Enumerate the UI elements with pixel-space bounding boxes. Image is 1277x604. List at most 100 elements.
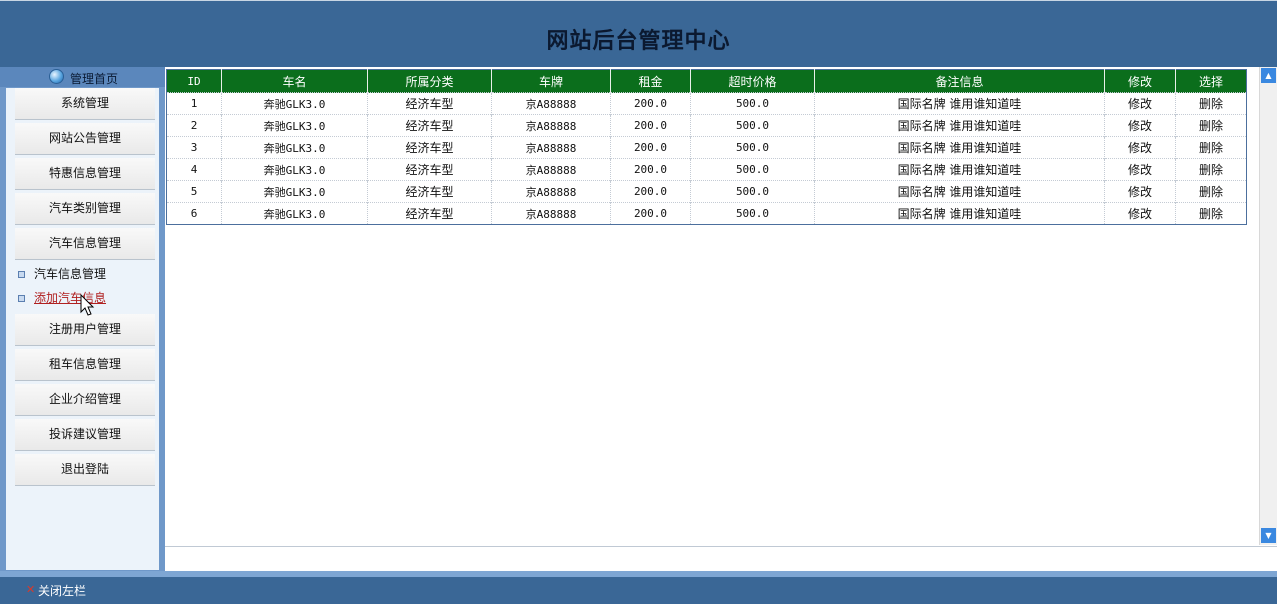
cell-category: 经济车型 bbox=[367, 180, 492, 203]
close-icon[interactable]: ✕ bbox=[26, 584, 35, 595]
cell-plate: 京A88888 bbox=[491, 202, 611, 225]
col-header-name: 车名 bbox=[221, 69, 368, 93]
delete-link[interactable]: 删除 bbox=[1175, 136, 1247, 159]
delete-link[interactable]: 删除 bbox=[1175, 202, 1247, 225]
edit-link[interactable]: 修改 bbox=[1104, 136, 1176, 159]
sidebar-item-offers[interactable]: 特惠信息管理 bbox=[15, 158, 155, 190]
col-header-edit: 修改 bbox=[1104, 69, 1176, 93]
header-bar: 网站后台管理中心 bbox=[0, 0, 1277, 67]
delete-link[interactable]: 删除 bbox=[1175, 92, 1247, 115]
table-row: 3 奔驰GLK3.0 经济车型 京A88888 200.0 500.0 国际名牌 谁用谁知道… bbox=[166, 136, 1247, 159]
cell-rent: 200.0 bbox=[610, 158, 691, 181]
page-title: 网站后台管理中心 bbox=[546, 28, 731, 54]
col-header-overtime: 超时价格 bbox=[690, 69, 815, 93]
sidebar-item-users[interactable]: 注册用户管理 bbox=[15, 314, 155, 346]
edit-link[interactable]: 修改 bbox=[1104, 158, 1176, 181]
cell-rent: 200.0 bbox=[610, 114, 691, 137]
cell-category: 经济车型 bbox=[367, 92, 492, 115]
delete-link[interactable]: 删除 bbox=[1175, 114, 1247, 137]
col-header-rent: 租金 bbox=[610, 69, 691, 93]
col-header-select: 选择 bbox=[1175, 69, 1247, 93]
delete-link[interactable]: 删除 bbox=[1175, 158, 1247, 181]
cell-plate: 京A88888 bbox=[491, 92, 611, 115]
cell-overtime: 500.0 bbox=[690, 92, 815, 115]
cell-id: 1 bbox=[166, 92, 222, 115]
cell-note: 国际名牌 谁用谁知道哇 bbox=[814, 180, 1105, 203]
table-row: 1 奔驰GLK3.0 经济车型 京A88888 200.0 500.0 国际名牌 谁用谁知道… bbox=[166, 92, 1247, 115]
table-row: 4 奔驰GLK3.0 经济车型 京A88888 200.0 500.0 国际名牌 谁用谁知道… bbox=[166, 158, 1247, 181]
edit-link[interactable]: 修改 bbox=[1104, 92, 1176, 115]
sidebar-subitem-car-info-list[interactable]: 汽车信息管理 bbox=[6, 263, 156, 285]
close-sidebar-link[interactable]: 关闭左栏 bbox=[38, 582, 86, 599]
bullet-icon bbox=[18, 295, 25, 302]
edit-link[interactable]: 修改 bbox=[1104, 202, 1176, 225]
bullet-icon bbox=[18, 271, 25, 278]
car-info-table: ID 车名 所属分类 车牌 租金 超时价格 备注信息 修改 选择 1 奔驰GLK3… bbox=[166, 69, 1247, 225]
sidebar-item-rentals[interactable]: 租车信息管理 bbox=[15, 349, 155, 381]
sidebar-item-logout[interactable]: 退出登陆 bbox=[15, 454, 155, 486]
sidebar-home-bar[interactable]: 管理首页 bbox=[0, 67, 165, 87]
sidebar-home-link[interactable]: 管理首页 bbox=[70, 70, 118, 87]
sidebar-item-complaints[interactable]: 投诉建议管理 bbox=[15, 419, 155, 451]
vertical-scrollbar[interactable]: ▲ ▼ bbox=[1259, 67, 1277, 545]
cell-name: 奔驰GLK3.0 bbox=[221, 136, 368, 159]
cell-plate: 京A88888 bbox=[491, 158, 611, 181]
cell-overtime: 500.0 bbox=[690, 114, 815, 137]
cell-name: 奔驰GLK3.0 bbox=[221, 114, 368, 137]
cell-overtime: 500.0 bbox=[690, 180, 815, 203]
cell-note: 国际名牌 谁用谁知道哇 bbox=[814, 136, 1105, 159]
footer-bar: ✕ 关闭左栏 bbox=[0, 571, 1277, 604]
sidebar-menu: 系统管理 网站公告管理 特惠信息管理 汽车类别管理 汽车信息管理 汽车信息管理 … bbox=[6, 88, 159, 570]
cell-name: 奔驰GLK3.0 bbox=[221, 202, 368, 225]
cell-id: 6 bbox=[166, 202, 222, 225]
table-row: 2 奔驰GLK3.0 经济车型 京A88888 200.0 500.0 国际名牌 谁用谁知道… bbox=[166, 114, 1247, 137]
edit-link[interactable]: 修改 bbox=[1104, 180, 1176, 203]
delete-link[interactable]: 删除 bbox=[1175, 180, 1247, 203]
sidebar-item-system[interactable]: 系统管理 bbox=[15, 88, 155, 120]
cell-category: 经济车型 bbox=[367, 202, 492, 225]
cell-note: 国际名牌 谁用谁知道哇 bbox=[814, 114, 1105, 137]
edit-link[interactable]: 修改 bbox=[1104, 114, 1176, 137]
cell-id: 5 bbox=[166, 180, 222, 203]
cell-plate: 京A88888 bbox=[491, 136, 611, 159]
scroll-up-arrow-icon[interactable]: ▲ bbox=[1261, 68, 1276, 83]
cell-overtime: 500.0 bbox=[690, 202, 815, 225]
cell-rent: 200.0 bbox=[610, 92, 691, 115]
cell-name: 奔驰GLK3.0 bbox=[221, 158, 368, 181]
table-row: 6 奔驰GLK3.0 经济车型 京A88888 200.0 500.0 国际名牌 谁用谁知道… bbox=[166, 202, 1247, 225]
col-header-category: 所属分类 bbox=[367, 69, 492, 93]
cell-category: 经济车型 bbox=[367, 158, 492, 181]
cell-overtime: 500.0 bbox=[690, 136, 815, 159]
cell-id: 2 bbox=[166, 114, 222, 137]
cell-plate: 京A88888 bbox=[491, 114, 611, 137]
cell-category: 经济车型 bbox=[367, 136, 492, 159]
globe-icon bbox=[49, 69, 64, 84]
col-header-plate: 车牌 bbox=[491, 69, 611, 93]
cell-name: 奔驰GLK3.0 bbox=[221, 92, 368, 115]
left-sidebar: 管理首页 系统管理 网站公告管理 特惠信息管理 汽车类别管理 汽车信息管理 汽车… bbox=[0, 67, 165, 571]
main-bottom-area bbox=[165, 547, 1277, 571]
table-row: 5 奔驰GLK3.0 经济车型 京A88888 200.0 500.0 国际名牌 谁用谁知道… bbox=[166, 180, 1247, 203]
cell-rent: 200.0 bbox=[610, 136, 691, 159]
cell-rent: 200.0 bbox=[610, 180, 691, 203]
sidebar-item-company-intro[interactable]: 企业介绍管理 bbox=[15, 384, 155, 416]
sidebar-item-car-categories[interactable]: 汽车类别管理 bbox=[15, 193, 155, 225]
cell-plate: 京A88888 bbox=[491, 180, 611, 203]
cell-rent: 200.0 bbox=[610, 202, 691, 225]
cell-note: 国际名牌 谁用谁知道哇 bbox=[814, 202, 1105, 225]
cell-category: 经济车型 bbox=[367, 114, 492, 137]
mouse-pointer-icon bbox=[80, 294, 95, 316]
cell-overtime: 500.0 bbox=[690, 158, 815, 181]
table-header-row: ID 车名 所属分类 车牌 租金 超时价格 备注信息 修改 选择 bbox=[166, 69, 1247, 93]
cell-note: 国际名牌 谁用谁知道哇 bbox=[814, 92, 1105, 115]
cell-name: 奔驰GLK3.0 bbox=[221, 180, 368, 203]
cell-note: 国际名牌 谁用谁知道哇 bbox=[814, 158, 1105, 181]
sidebar-item-car-info[interactable]: 汽车信息管理 bbox=[15, 228, 155, 260]
main-content: ID 车名 所属分类 车牌 租金 超时价格 备注信息 修改 选择 1 奔驰GLK3… bbox=[165, 67, 1259, 547]
col-header-note: 备注信息 bbox=[814, 69, 1105, 93]
col-header-id: ID bbox=[166, 69, 222, 93]
sidebar-item-announcements[interactable]: 网站公告管理 bbox=[15, 123, 155, 155]
cell-id: 4 bbox=[166, 158, 222, 181]
sidebar-subitem-label: 汽车信息管理 bbox=[34, 267, 107, 281]
scroll-down-arrow-icon[interactable]: ▼ bbox=[1261, 528, 1276, 543]
